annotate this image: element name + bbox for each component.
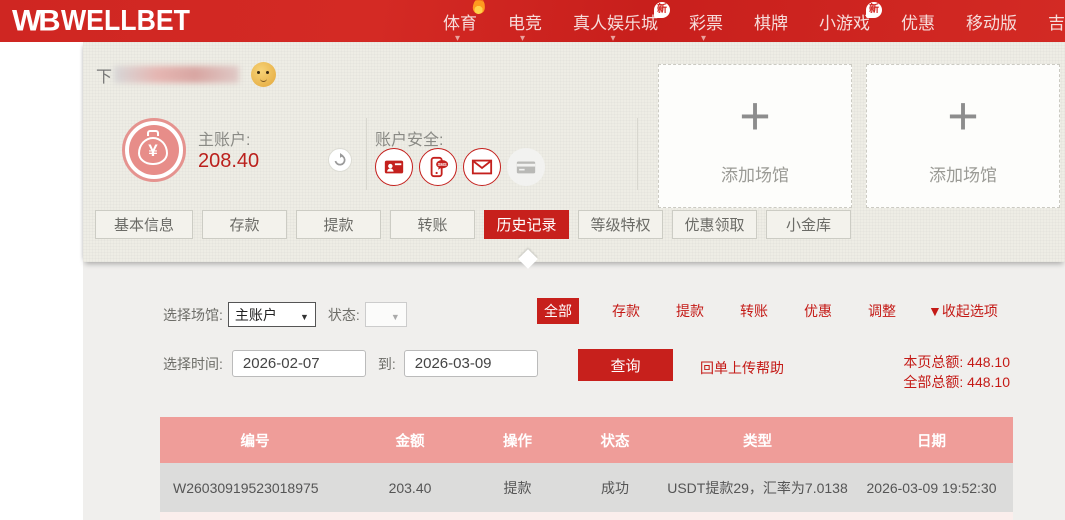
- add-venue-card-1[interactable]: + 添加场馆: [658, 64, 852, 208]
- top-navbar: WB WELLBET 体育 电竞 真人娱乐城 新 彩票: [0, 0, 1065, 42]
- yuan-symbol: ¥: [138, 137, 168, 165]
- account-security-label: 账户安全:: [375, 132, 444, 149]
- col-header-date: 日期: [917, 433, 946, 450]
- date-filter-row: 选择时间: 到:: [163, 350, 538, 377]
- cell-id: W26030919523018975: [173, 479, 319, 496]
- status-select-label: 状态:: [327, 306, 360, 323]
- add-venue-card-2[interactable]: + 添加场馆: [866, 64, 1060, 208]
- divider: [637, 118, 638, 190]
- account-panel: 下 ¥ 主账户: 208.40 账户安全: SMS + 添加场馆 + 添加场馆 …: [83, 42, 1065, 262]
- nav-item-promotions[interactable]: 优惠: [901, 0, 935, 42]
- tab-transfer[interactable]: 转账: [390, 210, 475, 239]
- nav-item-mini-games[interactable]: 小游戏 新: [819, 0, 882, 42]
- bank-card-icon[interactable]: [507, 148, 545, 186]
- type-link-transfer[interactable]: 转账: [722, 301, 786, 321]
- col-header-type: 类型: [743, 433, 772, 450]
- brand-logo[interactable]: WB WELLBET: [12, 0, 201, 42]
- hot-flame-icon: [472, 0, 486, 15]
- plus-icon: +: [947, 86, 979, 146]
- sms-phone-icon[interactable]: SMS: [419, 148, 457, 186]
- date-to-input[interactable]: [403, 350, 538, 377]
- greeting: 下: [96, 62, 277, 87]
- cell-status: 成功: [601, 479, 629, 496]
- triangle-down-icon: ▼: [928, 303, 942, 319]
- wallet-icon: ¥: [122, 118, 186, 182]
- table-header-row: 编号 金额 操作 状态 类型 日期: [160, 417, 1013, 463]
- chevron-down-icon: [391, 307, 400, 323]
- page-total: 本页总额: 448.10: [903, 354, 1010, 370]
- tab-vip-privileges[interactable]: 等级特权: [578, 210, 663, 239]
- refresh-balance-button[interactable]: [328, 148, 352, 172]
- type-link-withdraw[interactable]: 提款: [658, 301, 722, 321]
- col-header-amount: 金额: [395, 433, 425, 450]
- refresh-icon: [334, 153, 346, 166]
- tab-history[interactable]: 历史记录: [484, 210, 569, 239]
- nav-item-mobile[interactable]: 移动版: [966, 0, 1017, 42]
- date-from-input[interactable]: [231, 350, 366, 377]
- security-icons: SMS: [375, 148, 545, 186]
- chevron-down-icon: [611, 35, 621, 42]
- type-link-promo[interactable]: 优惠: [786, 301, 850, 321]
- table-row: W26030919523018975 203.40 提款 成功 USDT提款29…: [160, 463, 1013, 512]
- nav-item-board-games[interactable]: 棋牌: [754, 0, 788, 42]
- greeting-prefix: 下: [96, 68, 113, 86]
- col-header-status: 状态: [600, 433, 630, 450]
- to-label: 到:: [377, 355, 396, 372]
- history-content: 选择场馆: 主账户 状态: 全部 存款 提款 转账 优惠 调整 ▼收起选项 选择…: [83, 262, 1065, 520]
- logo-wordmark: WELLBET: [60, 4, 190, 37]
- cell-amount: 203.40: [388, 479, 432, 496]
- nav-item-live-casino[interactable]: 真人娱乐城 新: [573, 0, 670, 42]
- nav-item-sports[interactable]: 体育: [443, 0, 486, 42]
- main-account-balance: 208.40: [198, 150, 260, 172]
- username-redacted: [114, 66, 240, 83]
- email-icon[interactable]: [463, 148, 501, 186]
- account-tabs: 基本信息 存款 提款 转账 历史记录 等级特权 优惠领取 小金库: [95, 210, 851, 239]
- new-badge: 新: [654, 2, 670, 18]
- nav-item-ji-truncated[interactable]: 吉: [1048, 0, 1065, 42]
- divider: [366, 118, 367, 190]
- history-table: 编号 金额 操作 状态 类型 日期 W26030919523018975 203…: [160, 417, 1013, 520]
- type-link-adjust[interactable]: 调整: [850, 301, 914, 321]
- avatar-emoji: [251, 62, 277, 87]
- logo-monogram: WB: [12, 3, 61, 38]
- chevron-down-icon: [455, 35, 465, 42]
- svg-text:SMS: SMS: [438, 162, 447, 167]
- type-link-all[interactable]: 全部: [537, 298, 579, 324]
- all-total: 全部总额: 448.10: [903, 374, 1010, 390]
- page: WB WELLBET 体育 电竞 真人娱乐城 新 彩票: [0, 0, 1065, 520]
- venue-select-label: 选择场馆:: [163, 306, 223, 323]
- type-link-deposit[interactable]: 存款: [594, 301, 658, 321]
- chevron-down-icon: [701, 35, 711, 42]
- time-select-label: 选择时间:: [163, 355, 223, 372]
- table-row-partial: [160, 512, 1013, 520]
- cell-type: USDT提款29，汇率为7.0138: [667, 479, 848, 496]
- tab-promo-claim[interactable]: 优惠领取: [672, 210, 757, 239]
- cell-operation: 提款: [503, 479, 532, 496]
- totals: 本页总额: 448.10 全部总额: 448.10: [903, 352, 1010, 392]
- col-header-operation: 操作: [503, 433, 532, 450]
- tab-basic-info[interactable]: 基本信息: [95, 210, 193, 239]
- tab-withdraw[interactable]: 提款: [296, 210, 381, 239]
- new-badge: 新: [866, 2, 882, 18]
- chevron-down-icon: [520, 35, 530, 42]
- cell-date: 2026-03-09 19:52:30: [866, 479, 997, 496]
- record-type-links: 全部 存款 提款 转账 优惠 调整 ▼收起选项: [537, 298, 998, 324]
- nav-item-esports[interactable]: 电竞: [508, 0, 542, 42]
- nav-item-lottery[interactable]: 彩票: [689, 0, 723, 42]
- tab-deposit[interactable]: 存款: [202, 210, 287, 239]
- receipt-upload-help-link[interactable]: 回单上传帮助: [700, 358, 784, 378]
- chevron-down-icon: [300, 307, 309, 323]
- plus-icon: +: [739, 86, 771, 146]
- main-menu: 体育 电竞 真人娱乐城 新 彩票 棋牌 小游戏 新: [443, 0, 1065, 42]
- col-header-id: 编号: [240, 433, 270, 450]
- collapse-options-link[interactable]: ▼收起选项: [928, 301, 998, 321]
- search-button[interactable]: 查询: [578, 349, 673, 381]
- venue-select[interactable]: 主账户: [227, 302, 316, 327]
- id-card-icon[interactable]: [375, 148, 413, 186]
- status-select[interactable]: [364, 302, 407, 327]
- main-account-label: 主账户:: [198, 132, 251, 149]
- tab-mini-vault[interactable]: 小金库: [766, 210, 851, 239]
- venue-filter-row: 选择场馆: 主账户 状态:: [163, 302, 407, 327]
